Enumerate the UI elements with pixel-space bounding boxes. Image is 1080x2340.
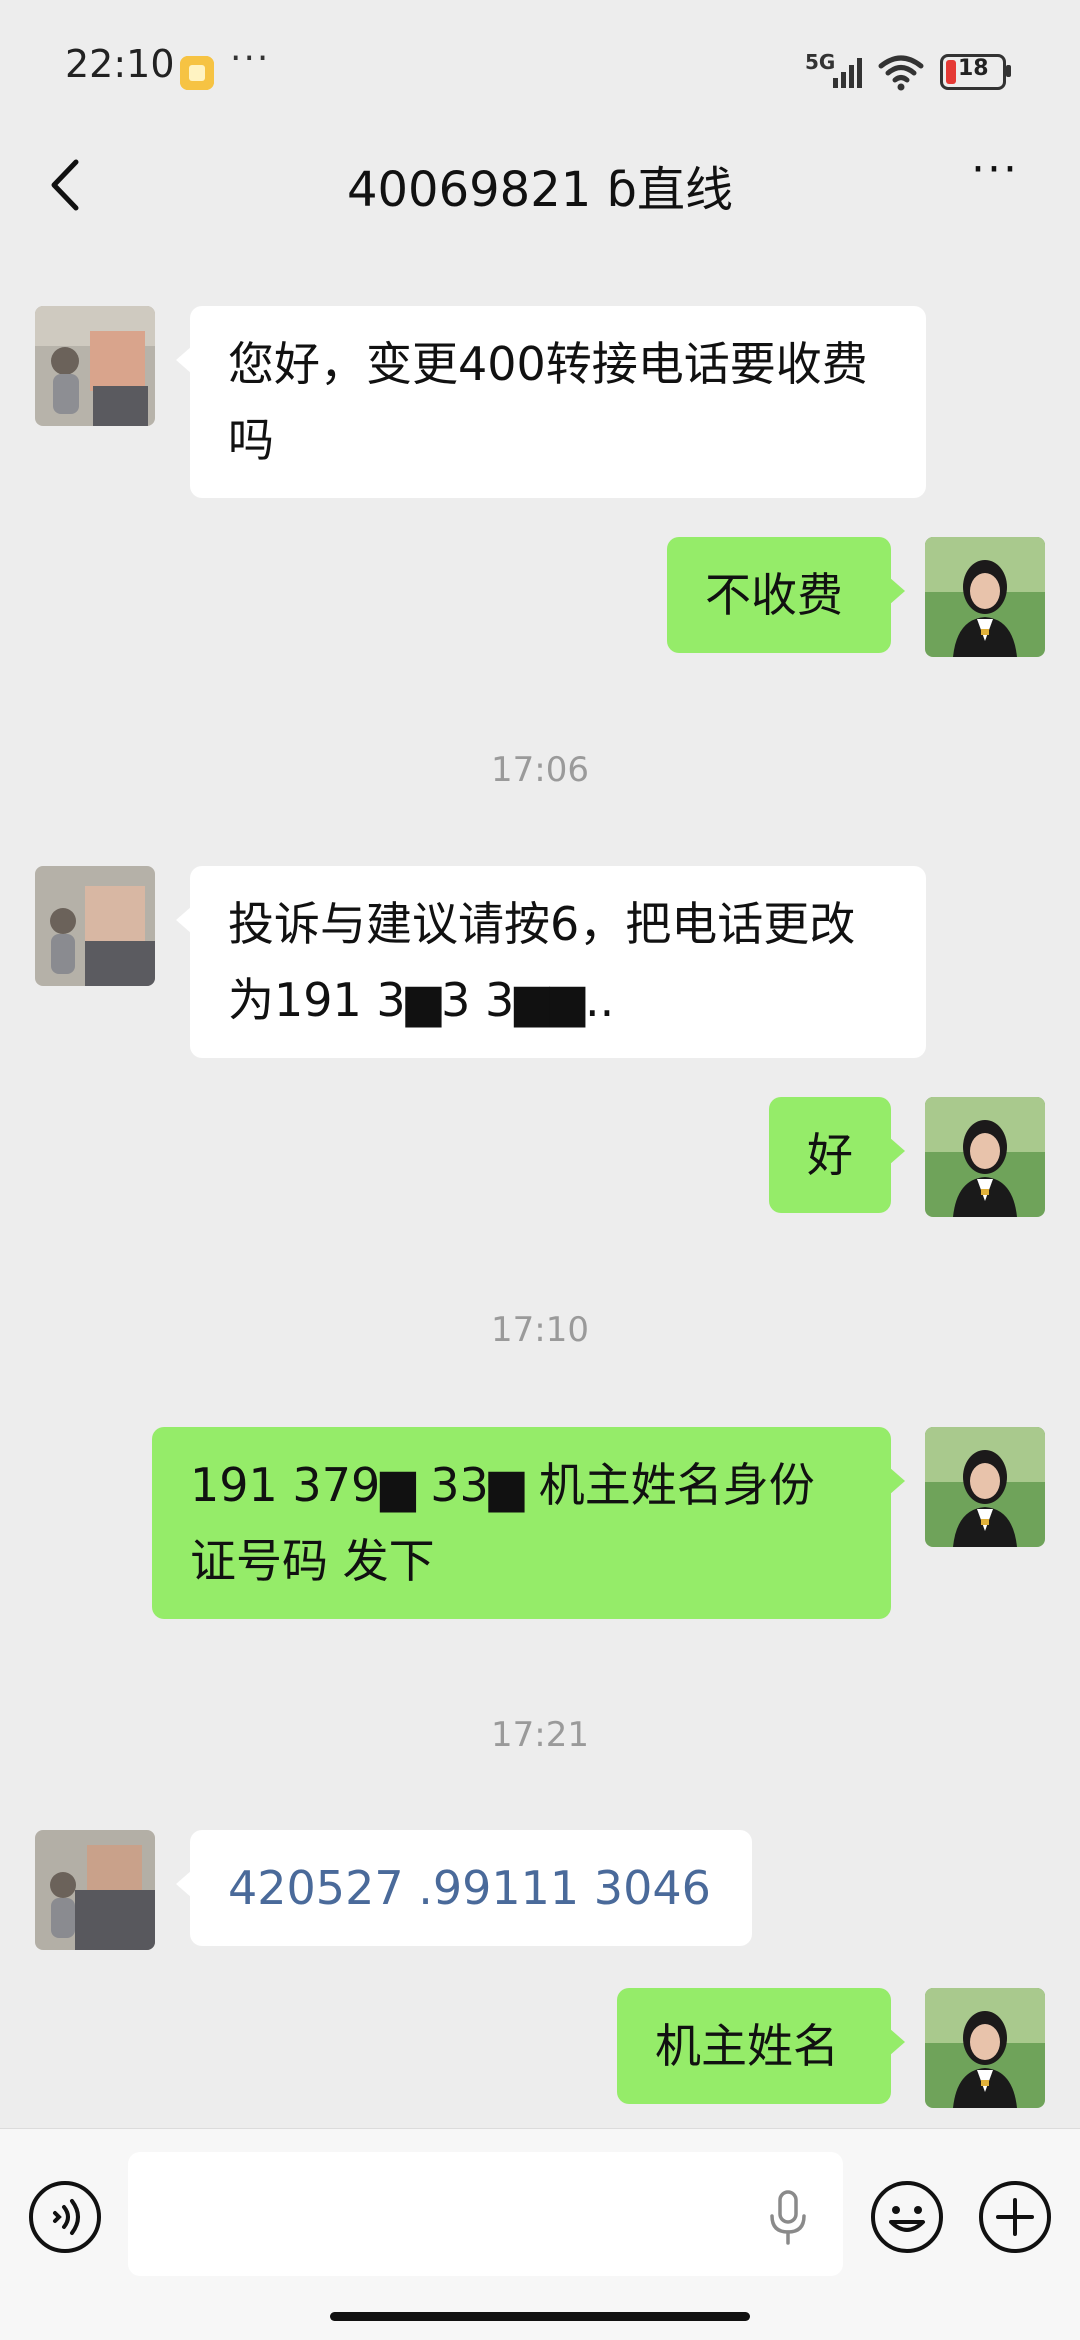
my-avatar[interactable] (925, 537, 1045, 657)
battery-level: 18 (958, 56, 989, 81)
timestamp: 17:06 (491, 750, 589, 790)
message-input[interactable] (128, 2152, 843, 2276)
outgoing-message-bubble[interactable]: 好 (769, 1097, 905, 1213)
emoji-button[interactable] (870, 2180, 944, 2254)
my-avatar[interactable] (925, 1988, 1045, 2108)
timestamp: 17:21 (491, 1715, 589, 1755)
battery-icon: 18 (940, 54, 1011, 90)
incoming-message-bubble[interactable]: 您好，变更400转接电话要收费吗 (176, 306, 926, 498)
add-button[interactable] (978, 2180, 1052, 2254)
wifi-icon (878, 55, 924, 91)
incoming-message-bubble[interactable]: 投诉与建议请按6，把电话更改为191 3▆3 3▆▆.. (176, 866, 926, 1058)
contact-avatar[interactable] (35, 1830, 155, 1950)
outgoing-message-bubble[interactable]: 不收费 (667, 537, 905, 653)
outgoing-message-bubble[interactable]: 机主姓名 (617, 1988, 905, 2104)
voice-toggle-button[interactable] (28, 2180, 102, 2254)
my-avatar[interactable] (925, 1097, 1045, 1217)
my-avatar[interactable] (925, 1427, 1045, 1547)
incoming-message-bubble[interactable]: 420527 .99111 3046 (176, 1830, 752, 1946)
more-options-button[interactable]: ··· (960, 148, 1030, 220)
contact-avatar[interactable] (35, 866, 155, 986)
microphone-icon[interactable] (768, 2190, 808, 2246)
contact-avatar[interactable] (35, 306, 155, 426)
home-indicator (330, 2312, 750, 2321)
timestamp: 17:10 (491, 1310, 589, 1350)
chat-title: 40069821 ⁠⁠⁠⁠⁠ɓ直线 (346, 162, 734, 218)
outgoing-message-bubble[interactable]: 191 379▆ 33▆ 机主姓名身份证号码 发下 (152, 1427, 905, 1619)
signal-strength-icon (833, 58, 862, 88)
status-time: 22:10 (65, 42, 175, 86)
notes-app-icon (180, 56, 214, 90)
status-more-icon: ··· (230, 38, 271, 79)
network-type-label: 5G (805, 50, 836, 74)
